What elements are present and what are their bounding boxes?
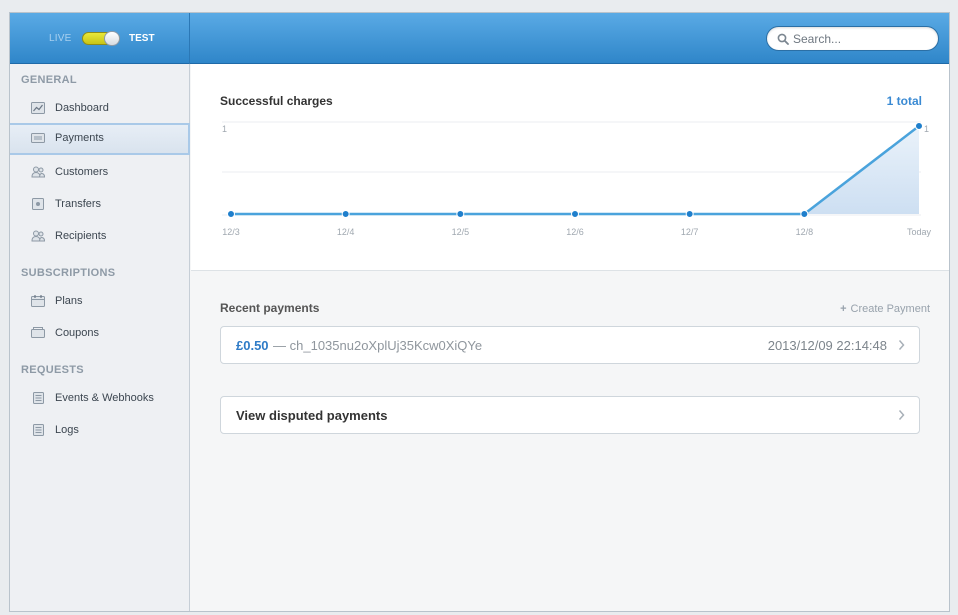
toggle-knob[interactable] — [104, 31, 120, 46]
mode-switcher: LIVE TEST — [10, 13, 190, 64]
search-input[interactable] — [793, 30, 933, 48]
x-tick-label: 12/3 — [222, 227, 240, 237]
live-mode-label[interactable]: LIVE — [49, 33, 71, 44]
section-title-general: GENERAL — [21, 74, 77, 86]
section-title-requests: REQUESTS — [21, 364, 84, 376]
chevron-right-icon — [898, 410, 905, 420]
x-tick-label: 12/5 — [452, 227, 470, 237]
dashboard-icon — [31, 102, 45, 114]
sidebar-item-dashboard[interactable]: Dashboard — [10, 93, 190, 125]
data-point — [571, 210, 579, 218]
main-content: Successful charges 1 total 12/3 12/4 12/5 1… — [191, 64, 949, 611]
sidebar: GENERAL Dashboard Payments Customers Tra… — [10, 64, 190, 611]
data-point — [456, 210, 465, 218]
data-point — [341, 210, 350, 218]
sidebar-item-recipients[interactable]: Recipients — [10, 221, 190, 253]
x-tick-label: 12/8 — [796, 227, 814, 237]
sidebar-item-logs[interactable]: Logs — [10, 415, 190, 447]
end-value-label: 1 — [924, 124, 929, 134]
x-tick-label: 12/7 — [681, 227, 699, 237]
sidebar-item-customers[interactable]: Customers — [10, 157, 190, 189]
test-mode-label[interactable]: TEST — [129, 33, 155, 44]
sidebar-item-coupons[interactable]: Coupons — [10, 318, 190, 350]
sidebar-item-plans[interactable]: Plans — [10, 286, 190, 318]
data-point — [227, 210, 235, 218]
y-tick-label: 1 — [222, 124, 227, 134]
chevron-right-icon — [898, 340, 905, 350]
sidebar-item-label: Events & Webhooks — [55, 392, 154, 404]
plus-icon: + — [840, 303, 847, 315]
create-payment-link[interactable]: + Create Payment — [840, 303, 930, 315]
sidebar-item-transfers[interactable]: Transfers — [10, 189, 190, 221]
data-point — [915, 122, 923, 130]
sidebar-item-label: Payments — [55, 132, 104, 144]
series-line — [231, 125, 920, 216]
sidebar-item-label: Transfers — [55, 198, 102, 210]
x-tick-label: Today — [907, 227, 932, 237]
sidebar-item-label: Customers — [55, 166, 109, 178]
x-tick-label: 12/6 — [566, 227, 584, 237]
payment-charge-id: — ch_1035nu2oXplUj35Kcw0XiQYe — [273, 338, 482, 353]
sidebar-item-label: Logs — [55, 424, 79, 436]
search-box[interactable] — [766, 26, 939, 51]
transfers-icon — [32, 198, 44, 210]
data-point — [685, 210, 694, 218]
charge-id-text: ch_1035nu2oXplUj35Kcw0XiQYe — [289, 338, 483, 353]
customers-icon — [31, 166, 45, 178]
separator-dash: — — [273, 338, 286, 353]
payment-row[interactable]: £0.50 — ch_1035nu2oXplUj35Kcw0XiQYe 2013… — [220, 326, 920, 364]
payments-icon — [31, 133, 45, 143]
series-area — [231, 126, 919, 214]
sidebar-item-payments[interactable]: Payments — [10, 123, 190, 155]
sidebar-item-label: Coupons — [55, 327, 100, 339]
disputed-payments-label: View disputed payments — [236, 408, 388, 423]
sidebar-item-label: Dashboard — [55, 102, 109, 114]
chart-panel: Successful charges 1 total 12/3 12/4 12/5 1… — [191, 64, 949, 271]
top-bar: LIVE TEST — [10, 13, 949, 64]
sidebar-item-label: Plans — [55, 295, 83, 307]
sidebar-item-events-webhooks[interactable]: Events & Webhooks — [10, 383, 190, 415]
coupons-icon — [31, 327, 45, 338]
logs-icon — [33, 424, 44, 436]
successful-charges-chart: 12/3 12/4 12/5 12/6 12/7 12/8 Today 1 1 — [222, 121, 932, 237]
recipients-icon — [31, 230, 45, 242]
app-window: LIVE TEST GENERAL Dashboard — [9, 12, 950, 612]
view-disputed-payments-row[interactable]: View disputed payments — [220, 396, 920, 434]
x-tick-label: 12/4 — [337, 227, 355, 237]
recent-payments-title: Recent payments — [220, 301, 320, 315]
section-title-subscriptions: SUBSCRIPTIONS — [21, 267, 116, 279]
create-payment-label: Create Payment — [850, 303, 930, 315]
sidebar-item-label: Recipients — [55, 230, 107, 242]
events-icon — [33, 392, 44, 404]
live-test-toggle[interactable] — [82, 31, 120, 46]
plans-icon — [31, 295, 45, 307]
payment-amount: £0.50 — [236, 338, 269, 353]
payment-date: 2013/12/09 22:14:48 — [767, 338, 887, 353]
search-icon — [777, 33, 789, 45]
data-point — [800, 210, 809, 218]
